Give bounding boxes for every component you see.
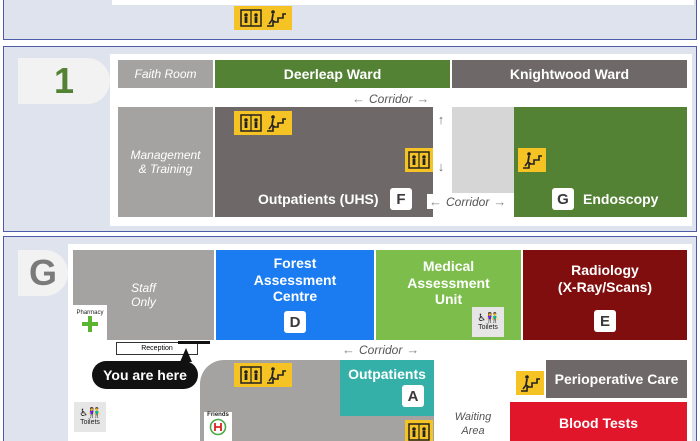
deerleap-ward: Deerleap Ward [215, 60, 450, 88]
forest-assessment-letter: D [284, 311, 306, 333]
floor-2-inner [112, 0, 694, 5]
toilets-icon: ♿👫 [477, 312, 499, 324]
pharmacy: Pharmacy [73, 310, 107, 340]
waiting-area: Waiting Area [454, 411, 492, 438]
lift-icon [408, 423, 430, 441]
faith-room: Faith Room [118, 60, 213, 88]
lift-stairs-sign [234, 6, 292, 30]
you-are-here-marker: You are here [92, 361, 198, 389]
lift-stairs-sign [234, 111, 292, 135]
pharmacy-cross-icon [82, 316, 98, 332]
outpatients-uhs-letter: F [390, 188, 412, 210]
stairs-sign [518, 148, 546, 172]
stairs-icon [266, 367, 286, 384]
lift-icon [239, 114, 262, 132]
reception-counter [178, 341, 210, 344]
vertical-arrow-icon: ↑ ↓ [437, 112, 445, 174]
lift-stairs-sign [234, 363, 292, 387]
arrow-left-icon: ← [429, 194, 442, 209]
lift-icon [239, 9, 262, 27]
arrow-left-icon: ← [342, 342, 355, 357]
endoscopy-label: Endoscopy [583, 191, 659, 207]
arrow-right-icon: → [406, 342, 420, 357]
stairs-icon [523, 152, 542, 169]
blood-tests: Blood Tests [510, 402, 687, 441]
friends-logo-icon [209, 418, 227, 436]
corridor-label-lower: ← Corridor → [427, 194, 509, 209]
outpatients-uhs-label: Outpatients (UHS) [258, 191, 379, 207]
toilets-icon: ♿👫 [79, 407, 101, 419]
arrow-right-icon: → [416, 91, 430, 106]
outpatients-letter: A [402, 385, 424, 407]
arrow-left-icon: ← [352, 91, 365, 106]
stairs-icon [266, 10, 286, 27]
toilets-medical: ♿👫 Toilets [472, 307, 504, 337]
perioperative-care: Perioperative Care [546, 360, 687, 398]
friends-shop: Friends [204, 412, 232, 441]
lift-sign [405, 420, 433, 441]
endoscopy-letter: G [552, 188, 574, 210]
corridor-label-ground: ← Corridor → [342, 342, 420, 357]
corridor-label-upper: ← Corridor → [352, 91, 430, 106]
knightwood-ward: Knightwood Ward [452, 60, 687, 88]
lift-icon [408, 151, 430, 169]
management-training: Management & Training [118, 107, 213, 217]
stairs-icon [266, 115, 286, 132]
toilets-ground: ♿👫 Toilets [74, 402, 106, 432]
stairs-sign [516, 371, 544, 395]
floor-1-badge: 1 [18, 58, 110, 104]
you-are-here-pointer [180, 348, 192, 362]
arrow-right-icon: → [493, 194, 507, 209]
lift-sign [405, 148, 433, 172]
floor-g-badge: G [18, 250, 68, 296]
corridor-block [452, 107, 514, 193]
lift-icon [239, 366, 262, 384]
radiology-letter: E [594, 310, 616, 332]
stairs-icon [521, 375, 540, 392]
floor-2-panel [3, 0, 697, 40]
